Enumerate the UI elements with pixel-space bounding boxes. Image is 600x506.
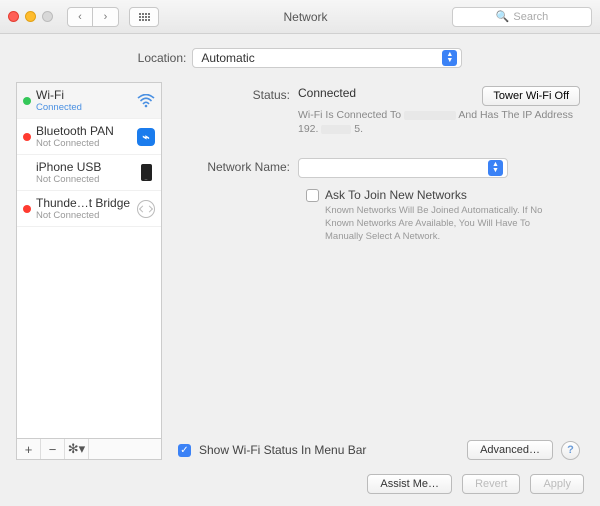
service-list: Wi-Fi Connected Bluetooth PAN Not Connec… (16, 82, 162, 438)
ask-to-join-row: Ask To Join New Networks Known Networks … (306, 188, 580, 243)
wifi-icon (137, 92, 155, 110)
details-bottom-bar: ✓ Show Wi-Fi Status In Menu Bar Advanced… (178, 440, 580, 460)
zoom-window-button[interactable] (42, 11, 53, 22)
status-dot-icon (23, 169, 31, 177)
ask-to-join-checkbox[interactable] (306, 189, 319, 202)
status-description: Wi-Fi Is Connected To And Has The IP Add… (298, 108, 580, 136)
ask-to-join-description: Known Networks Will Be Joined Automatica… (325, 205, 555, 243)
add-service-button[interactable]: + (17, 439, 41, 459)
status-dot-icon (23, 97, 31, 105)
location-label: Location: (138, 51, 187, 65)
service-item-bluetooth[interactable]: Bluetooth PAN Not Connected ⌁ (17, 119, 161, 155)
close-window-button[interactable] (8, 11, 19, 22)
service-name: iPhone USB (36, 160, 132, 174)
updown-icon: ▲▼ (488, 160, 503, 176)
window-controls (8, 11, 53, 22)
status-label: Status: (178, 86, 298, 136)
search-input[interactable]: 🔍 Search (452, 7, 592, 27)
location-row: Location: Automatic ▲▼ (16, 48, 584, 68)
phone-icon (137, 164, 155, 182)
service-actions-button[interactable]: ✻▾ (65, 439, 89, 459)
apply-button[interactable]: Apply (530, 474, 584, 494)
nav-buttons: ‹ › (67, 7, 119, 27)
window-title: Network (165, 10, 446, 24)
redacted-ip (321, 125, 351, 134)
menubar-checkbox[interactable]: ✓ (178, 444, 191, 457)
network-name-label: Network Name: (178, 158, 298, 178)
service-status: Not Connected (36, 210, 132, 221)
minimize-window-button[interactable] (25, 11, 36, 22)
service-sidebar: Wi-Fi Connected Bluetooth PAN Not Connec… (16, 82, 162, 460)
service-item-wifi[interactable]: Wi-Fi Connected (17, 83, 161, 119)
status-dot-icon (23, 133, 31, 141)
service-status: Connected (36, 102, 132, 113)
service-item-iphone-usb[interactable]: iPhone USB Not Connected (17, 155, 161, 191)
back-button[interactable]: ‹ (67, 7, 93, 27)
revert-button[interactable]: Revert (462, 474, 520, 494)
status-value: Connected (298, 86, 356, 100)
service-status: Not Connected (36, 174, 132, 185)
forward-button[interactable]: › (93, 7, 119, 27)
advanced-button[interactable]: Advanced… (467, 440, 553, 460)
service-name: Wi-Fi (36, 88, 132, 102)
titlebar: ‹ › Network 🔍 Search (0, 0, 600, 34)
menubar-label: Show Wi-Fi Status In Menu Bar (199, 443, 366, 457)
network-name-popup[interactable]: ▲▼ (298, 158, 508, 178)
service-name: Thunde…t Bridge (36, 196, 132, 210)
location-value: Automatic (201, 51, 254, 65)
thunderbolt-bridge-icon (137, 200, 155, 218)
redacted-ssid (404, 111, 456, 120)
status-dot-icon (23, 205, 31, 213)
updown-icon: ▲▼ (442, 50, 457, 66)
service-name: Bluetooth PAN (36, 124, 132, 138)
show-all-button[interactable] (129, 7, 159, 27)
remove-service-button[interactable]: − (41, 439, 65, 459)
search-placeholder: Search (513, 11, 548, 23)
service-item-thunderbolt[interactable]: Thunde…t Bridge Not Connected (17, 191, 161, 227)
grid-icon (139, 13, 150, 21)
help-button[interactable]: ? (561, 441, 580, 460)
service-list-buttons: + − ✻▾ (16, 438, 162, 460)
search-icon: 🔍 (496, 10, 510, 23)
assist-me-button[interactable]: Assist Me… (367, 474, 452, 494)
location-popup[interactable]: Automatic ▲▼ (192, 48, 462, 68)
service-status: Not Connected (36, 138, 132, 149)
service-details: Status: Connected Tower Wi-Fi Off Wi-Fi … (174, 82, 584, 460)
footer-buttons: Assist Me… Revert Apply (16, 474, 584, 494)
ask-to-join-label: Ask To Join New Networks (325, 188, 555, 202)
bluetooth-icon: ⌁ (137, 128, 155, 146)
turn-wifi-off-button[interactable]: Tower Wi-Fi Off (482, 86, 580, 106)
